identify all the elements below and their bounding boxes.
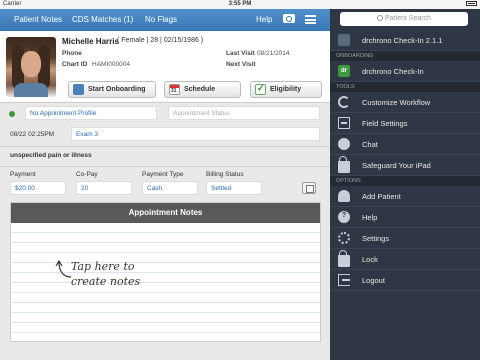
last-visit-label: Last Visit (226, 50, 255, 57)
calendar-icon: 31 (169, 84, 180, 95)
camera-icon[interactable] (283, 14, 295, 23)
sidebar-item-drchrono-checkin[interactable]: dr drchrono Check-In (330, 61, 480, 82)
calendar-day: 31 (171, 88, 177, 94)
chart-id-value: HAMI000004 (92, 61, 130, 68)
exam-room-field[interactable]: Exam 3 (71, 127, 320, 141)
chart-id-label: Chart ID (62, 61, 88, 68)
search-placeholder: Patient Search (385, 15, 431, 22)
onboarding-icon (73, 84, 84, 95)
eligibility-button[interactable]: Eligibility (250, 81, 322, 98)
drchrono-logo-icon (338, 34, 350, 46)
sidebar-item-field-settings[interactable]: Field Settings (330, 113, 480, 134)
patient-name: Michelle Harris (62, 37, 119, 46)
lock-icon (338, 250, 350, 267)
sidebar-item-label: Lock (362, 254, 378, 264)
checkmark-icon (255, 83, 266, 95)
add-patient-icon (338, 190, 350, 202)
start-onboarding-button[interactable]: Start Onboarding (68, 81, 156, 98)
workflow-icon (338, 96, 350, 108)
tap-to-create-notes-hint: Tap here to create notes (71, 259, 140, 289)
patient-search-input[interactable]: Patient Search (340, 12, 468, 26)
status-bar: Carrier 3:55 PM (0, 0, 480, 9)
tab-cds-matches[interactable]: CDS Matches (1) (72, 15, 133, 24)
sidebar-item-safeguard-ipad[interactable]: Safeguard Your iPad (330, 155, 480, 176)
sidebar-item-lock[interactable]: Lock (330, 249, 480, 270)
section-onboarding: ONBOARDING (330, 51, 480, 61)
payment-header: Payment (10, 171, 36, 178)
appointment-profile-field[interactable]: No Appointment Profile (25, 106, 157, 120)
notes-canvas[interactable]: Tap here to create notes (11, 223, 320, 341)
tab-flags[interactable]: No Flags (145, 15, 177, 24)
receipt-icon[interactable] (302, 182, 316, 194)
patient-panel: Patient Notes CDS Matches (1) No Flags H… (0, 9, 330, 360)
sidebar-item-logout[interactable]: Logout (330, 270, 480, 291)
help-icon: ? (338, 211, 350, 223)
sidebar-item-customize-workflow[interactable]: Customize Workflow (330, 92, 480, 113)
start-onboarding-label: Start Onboarding (88, 86, 146, 93)
appointment-notes[interactable]: Appointment Notes Tap here to create not… (10, 202, 321, 342)
patient-photo[interactable] (6, 37, 56, 97)
patient-header: Michelle Harris ( Female | 28 | 02/15/19… (0, 31, 330, 103)
patient-demographics: ( Female | 28 | 02/15/1986 ) (117, 37, 204, 44)
payment-field[interactable]: $20.00 (10, 181, 66, 195)
sidebar-item-label: Customize Workflow (362, 97, 431, 107)
appointment-notes-header: Appointment Notes (11, 203, 320, 223)
sidebar-item-label: Add Patient (362, 191, 401, 201)
sidebar-item-label: Help (362, 212, 378, 222)
copay-field[interactable]: 20 (76, 181, 132, 195)
sidebar-item-label: Logout (362, 275, 385, 285)
status-dot-icon (9, 111, 15, 117)
payment-type-field[interactable]: Cash (142, 181, 198, 195)
clock: 3:55 PM (228, 1, 252, 7)
tab-patient-notes[interactable]: Patient Notes (14, 15, 62, 24)
billing-status-field[interactable]: Settled (206, 181, 262, 195)
schedule-label: Schedule (184, 86, 216, 93)
billing-status-header: Billing Status (206, 171, 244, 178)
top-navbar: Patient Notes CDS Matches (1) No Flags H… (0, 9, 330, 31)
chat-icon (338, 138, 350, 150)
app-title-label: drchrono Check-In 2.1.1 (362, 35, 443, 45)
divider (0, 146, 330, 147)
help-link[interactable]: Help (256, 15, 272, 24)
sidebar: Patient Search drchrono Check-In 2.1.1 O… (330, 9, 480, 360)
sidebar-item-label: Safeguard Your iPad (362, 160, 431, 170)
battery-icon (465, 1, 477, 7)
sidebar-item-label: drchrono Check-In (362, 66, 424, 76)
dr-logo-icon: dr (338, 65, 350, 77)
gear-icon (338, 232, 350, 244)
sidebar-item-add-patient[interactable]: Add Patient (330, 186, 480, 207)
eligibility-label: Eligibility (270, 86, 302, 93)
hint-line-2: create notes (71, 275, 141, 288)
sidebar-item-label: Field Settings (362, 118, 408, 128)
divider (0, 166, 330, 167)
next-visit-label: Next Visit (226, 61, 256, 68)
last-visit-value: 08/21/2014 (257, 50, 290, 57)
search-icon (377, 15, 384, 21)
hint-line-1: Tap here to (71, 260, 135, 273)
payment-type-header: Payment Type (142, 171, 184, 178)
sidebar-item-settings[interactable]: Settings (330, 228, 480, 249)
schedule-button[interactable]: 31 Schedule (164, 81, 241, 98)
phone-label: Phone (62, 50, 82, 57)
sidebar-item-label: Settings (362, 233, 390, 243)
appointment-status-field[interactable]: Appointment Status (168, 106, 320, 120)
field-settings-icon (338, 117, 350, 129)
hamburger-menu-icon[interactable] (305, 15, 316, 24)
appointment-datetime: 08/22 02:25PM (10, 131, 55, 138)
visit-reason[interactable]: unspecified pain or illness (10, 152, 92, 159)
sidebar-item-label: Chat (362, 139, 378, 149)
copay-header: Co-Pay (76, 171, 98, 178)
sidebar-app-title: drchrono Check-In 2.1.1 (330, 30, 480, 51)
sidebar-item-help[interactable]: ? Help (330, 207, 480, 228)
logout-icon (338, 274, 350, 286)
section-tools: TOOLS (330, 82, 480, 92)
section-options: OPTIONS (330, 176, 480, 186)
lock-icon (338, 156, 350, 173)
sidebar-item-chat[interactable]: Chat (330, 134, 480, 155)
